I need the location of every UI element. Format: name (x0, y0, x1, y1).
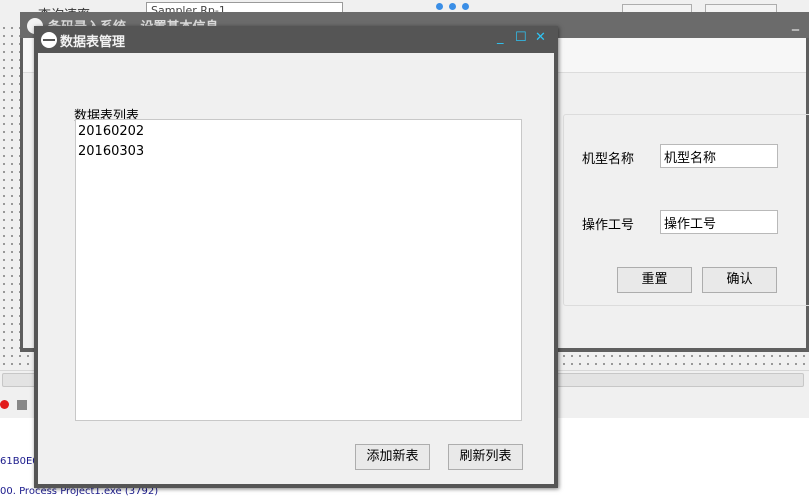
stop-icon[interactable] (17, 400, 27, 410)
operator-id-label: 操作工号 (582, 218, 635, 233)
minimize-icon[interactable]: _ (497, 30, 504, 46)
dialog-title: 数据表管理 (60, 35, 126, 50)
list-item[interactable]: 20160202 (78, 122, 521, 142)
minimize-icon[interactable]: _ (792, 15, 799, 31)
add-table-button[interactable]: 添加新表 (355, 444, 430, 470)
model-name-input[interactable]: 机型名称 (660, 144, 778, 168)
maximize-icon[interactable]: ☐ (515, 30, 527, 46)
reset-button[interactable]: 重置 (617, 267, 692, 293)
app-logo-icon (41, 32, 57, 48)
refresh-list-button[interactable]: 刷新列表 (448, 444, 523, 470)
model-name-label: 机型名称 (582, 152, 635, 167)
confirm-button[interactable]: 确认 (702, 267, 777, 293)
dialog-titlebar[interactable]: 数据表管理 _ ☐ ✕ (34, 26, 558, 53)
table-manager-dialog: 数据表管理 _ ☐ ✕ 数据表列表 20160202 20160303 添加新表… (34, 26, 558, 488)
operator-id-input[interactable]: 操作工号 (660, 210, 778, 234)
dialog-body: 数据表列表 20160202 20160303 添加新表 刷新列表 (38, 53, 554, 484)
record-icon[interactable] (0, 400, 9, 409)
selection-handle-icon[interactable] (462, 3, 469, 10)
list-item[interactable]: 20160303 (78, 142, 521, 162)
selection-handle-icon[interactable] (449, 3, 456, 10)
close-icon[interactable]: ✕ (535, 30, 546, 46)
selection-handle-icon[interactable] (436, 3, 443, 10)
table-listbox[interactable]: 20160202 20160303 (75, 119, 522, 421)
